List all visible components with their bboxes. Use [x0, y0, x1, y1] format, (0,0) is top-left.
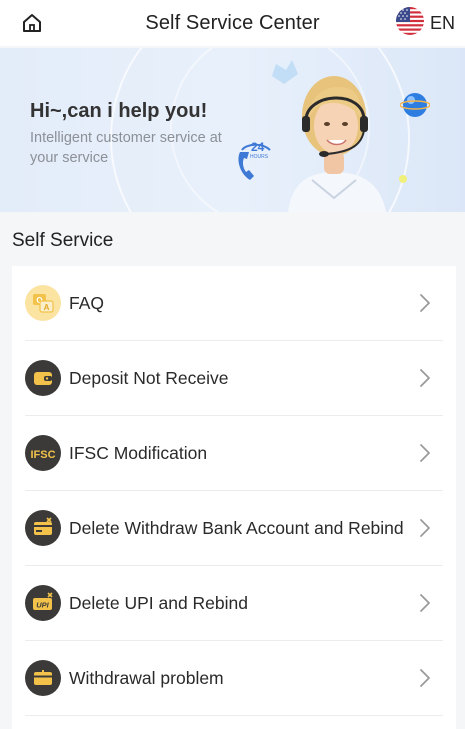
list-item-ifsc-modification[interactable]: IFSC IFSC Modification	[12, 416, 456, 491]
ifsc-icon-text: IFSC	[30, 449, 55, 461]
list-item-withdrawal-problem[interactable]: Withdrawal problem	[12, 641, 456, 716]
hours-number: 24	[251, 140, 265, 154]
list-item-label: Withdrawal problem	[69, 668, 224, 688]
list-item-deposit-not-receive[interactable]: Deposit Not Receive	[12, 341, 456, 416]
page-title: Self Service Center	[145, 11, 320, 34]
support-agent-image	[288, 76, 386, 212]
chevron-right-icon	[420, 669, 430, 687]
list-item-label: FAQ	[69, 293, 105, 313]
support-banner: Hi~,can i help you! Intelligent customer…	[0, 48, 465, 212]
list-item-label: Deposit Not Receive	[69, 368, 229, 388]
list-item-faq[interactable]: Q A FAQ	[12, 266, 456, 341]
top-bar: Self Service Center EN	[0, 0, 465, 46]
faq-chat-icon: Q A	[25, 285, 61, 321]
upi-icon-text: UPI	[36, 601, 49, 610]
banner-greeting: Hi~,can i help you!	[30, 100, 208, 122]
ifsc-icon: IFSC	[25, 435, 61, 471]
chevron-right-icon	[420, 519, 430, 537]
chevron-right-icon	[420, 294, 430, 312]
list-item-label: IFSC Modification	[69, 443, 208, 463]
home-icon[interactable]	[20, 11, 44, 35]
hours-label: HOURS	[250, 154, 269, 160]
list-item-label: Delete Withdraw Bank Account and Rebind	[69, 518, 404, 538]
self-service-list: Q A FAQ Deposit Not Receive IFSC IFSC Mo…	[12, 266, 456, 729]
sparkle-icon	[399, 175, 407, 183]
svg-text:A: A	[44, 303, 50, 312]
list-item-delete-upi[interactable]: UPI Delete UPI and Rebind	[12, 566, 456, 641]
chevron-right-icon	[420, 594, 430, 612]
us-flag-icon	[395, 6, 424, 40]
language-label: EN	[429, 12, 455, 33]
section-title: Self Service	[12, 230, 114, 251]
list-item-delete-bank-account[interactable]: Delete Withdraw Bank Account and Rebind	[12, 491, 456, 566]
language-switcher[interactable]: EN	[395, 6, 455, 40]
list-item-label: Delete UPI and Rebind	[69, 593, 248, 613]
withdrawal-card-icon	[25, 660, 61, 696]
chevron-right-icon	[420, 444, 430, 462]
blue-ball-icon	[400, 93, 430, 117]
banner-subtitle: Intelligent customer service at your ser…	[30, 130, 222, 166]
divider	[25, 715, 443, 716]
upi-delete-icon: UPI	[25, 585, 61, 621]
wallet-icon	[25, 360, 61, 396]
chevron-right-icon	[420, 369, 430, 387]
bank-card-delete-icon	[25, 510, 61, 546]
